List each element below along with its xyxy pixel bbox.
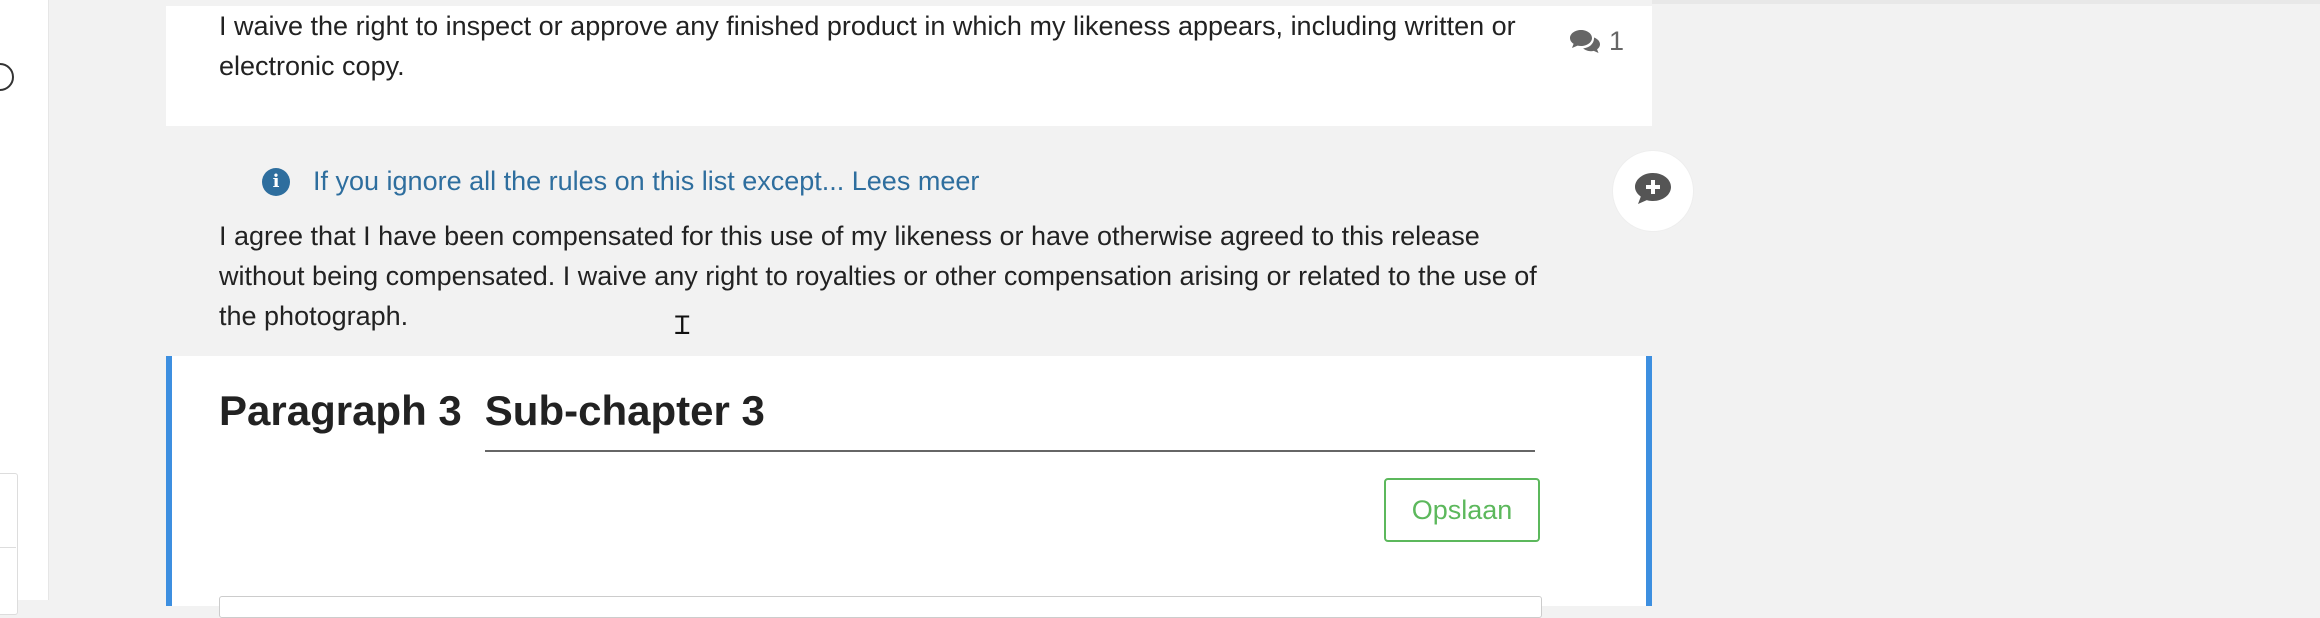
add-comment-icon xyxy=(1633,171,1673,212)
add-comment-button[interactable] xyxy=(1613,151,1693,231)
sidebar-field-divider xyxy=(0,547,16,548)
info-row: i If you ignore all the rules on this li… xyxy=(262,166,979,197)
top-divider xyxy=(1652,0,2320,4)
paragraph-text: I agree that I have been compensated for… xyxy=(219,221,1537,331)
text-cursor-icon: Ɪ xyxy=(675,311,690,341)
paragraph-block-2[interactable]: I waive the right to inspect or approve … xyxy=(166,6,1652,126)
heading-row: Paragraph 3 Sub-chapter 3 xyxy=(219,386,1535,452)
sidebar-circle-icon[interactable] xyxy=(0,63,14,91)
comment-count-value: 1 xyxy=(1608,26,1624,56)
paragraph-block-hover[interactable]: i If you ignore all the rules on this li… xyxy=(166,126,1652,356)
title-input[interactable]: Sub-chapter 3 xyxy=(484,386,1535,452)
read-more-link[interactable]: If you ignore all the rules on this list… xyxy=(313,166,979,197)
comment-count[interactable]: 1 xyxy=(1569,26,1624,57)
paragraph-text: I waive the right to inspect or approve … xyxy=(219,11,1516,81)
info-icon: i xyxy=(262,167,290,196)
sidebar-field[interactable] xyxy=(0,473,18,615)
left-sidebar xyxy=(0,0,49,615)
paragraph-label: Paragraph 3 xyxy=(219,387,462,434)
save-button[interactable]: Opslaan xyxy=(1384,478,1540,542)
comments-icon xyxy=(1569,28,1601,56)
paragraph-edit-block: Paragraph 3 Sub-chapter 3 Opslaan xyxy=(166,356,1652,618)
text-editor[interactable] xyxy=(219,596,1542,618)
